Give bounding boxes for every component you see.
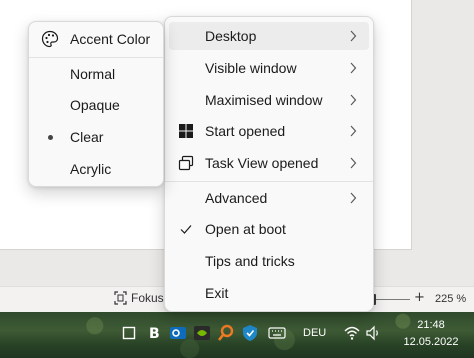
submenu-option-label: Normal — [70, 66, 116, 82]
submenu-option-label: Acrylic — [70, 161, 112, 177]
security-shield-icon[interactable] — [241, 324, 259, 342]
submenu-separator — [29, 57, 163, 58]
clock-date: 12.05.2022 — [403, 336, 459, 348]
menu-item-tips-and-tricks[interactable]: Tips and tricks — [169, 247, 369, 275]
zoom-in-button[interactable]: + — [414, 290, 425, 305]
chevron-right-icon — [350, 157, 357, 169]
menu-item-desktop[interactable]: Desktop — [169, 22, 369, 50]
chevron-right-icon — [350, 94, 357, 106]
zoom-level[interactable]: 225 % — [435, 293, 466, 305]
submenu-header-label: Accent Color — [70, 31, 151, 47]
checkmark-icon — [178, 221, 194, 237]
task-view-icon — [178, 155, 194, 171]
app-b-icon[interactable]: B — [146, 324, 164, 342]
nvidia-icon[interactable] — [193, 324, 211, 342]
menu-item-label: Advanced — [205, 190, 268, 206]
menu-item-label: Maximised window — [205, 92, 323, 108]
submenu-header-accent-color[interactable]: Accent Color — [33, 25, 159, 53]
menu-item-label: Open at boot — [205, 221, 286, 237]
wifi-icon[interactable] — [343, 324, 361, 342]
menu-item-visible-window[interactable]: Visible window — [169, 54, 369, 82]
tray-context-menu: Desktop Visible window Maximised window … — [164, 16, 374, 312]
windows-start-icon — [178, 123, 194, 139]
keyboard-icon[interactable] — [268, 324, 286, 342]
menu-item-open-at-boot[interactable]: Open at boot — [169, 215, 369, 243]
menu-item-exit[interactable]: Exit — [169, 279, 369, 307]
submenu-option-label: Opaque — [70, 97, 120, 113]
submenu-option-opaque[interactable]: Opaque — [33, 91, 159, 119]
svg-text:B: B — [149, 326, 160, 342]
menu-item-label: Desktop — [205, 28, 257, 44]
focus-icon — [114, 291, 127, 305]
taskbar-clock[interactable]: 21:48 12.05.2022 — [394, 317, 468, 351]
zoom-slider-track[interactable] — [374, 299, 410, 300]
clock-time: 21:48 — [417, 319, 445, 331]
menu-item-maximised-window[interactable]: Maximised window — [169, 86, 369, 114]
focus-button[interactable]: Fokus — [114, 291, 164, 305]
search-tool-icon[interactable] — [217, 324, 235, 342]
submenu-option-normal[interactable]: Normal — [33, 60, 159, 88]
focus-label: Fokus — [131, 291, 164, 305]
task-view-taskbar-icon[interactable] — [120, 324, 138, 342]
menu-item-start-opened[interactable]: Start opened — [169, 117, 369, 145]
menu-item-label: Tips and tricks — [205, 253, 295, 269]
menu-separator — [165, 181, 373, 182]
speaker-icon[interactable] — [364, 324, 382, 342]
menu-item-task-view-opened[interactable]: Task View opened — [169, 149, 369, 177]
menu-item-label: Visible window — [205, 60, 297, 76]
selected-bullet-icon — [48, 135, 53, 140]
outlook-icon[interactable] — [169, 324, 187, 342]
submenu-option-clear[interactable]: Clear — [33, 123, 159, 151]
chevron-right-icon — [350, 192, 357, 204]
submenu-option-acrylic[interactable]: Acrylic — [33, 155, 159, 183]
menu-item-label: Exit — [205, 285, 229, 301]
chevron-right-icon — [350, 62, 357, 74]
taskbar: B DEU 21:48 12.05.2022 — [0, 312, 474, 358]
submenu-option-label: Clear — [70, 129, 104, 145]
palette-icon — [41, 30, 59, 48]
menu-item-advanced[interactable]: Advanced — [169, 184, 369, 212]
chevron-right-icon — [350, 30, 357, 42]
accent-color-submenu: Accent Color Normal Opaque Clear Acrylic — [28, 21, 164, 187]
input-language[interactable]: DEU — [303, 327, 326, 339]
menu-item-label: Start opened — [205, 123, 286, 139]
menu-item-label: Task View opened — [205, 155, 319, 171]
chevron-right-icon — [350, 125, 357, 137]
